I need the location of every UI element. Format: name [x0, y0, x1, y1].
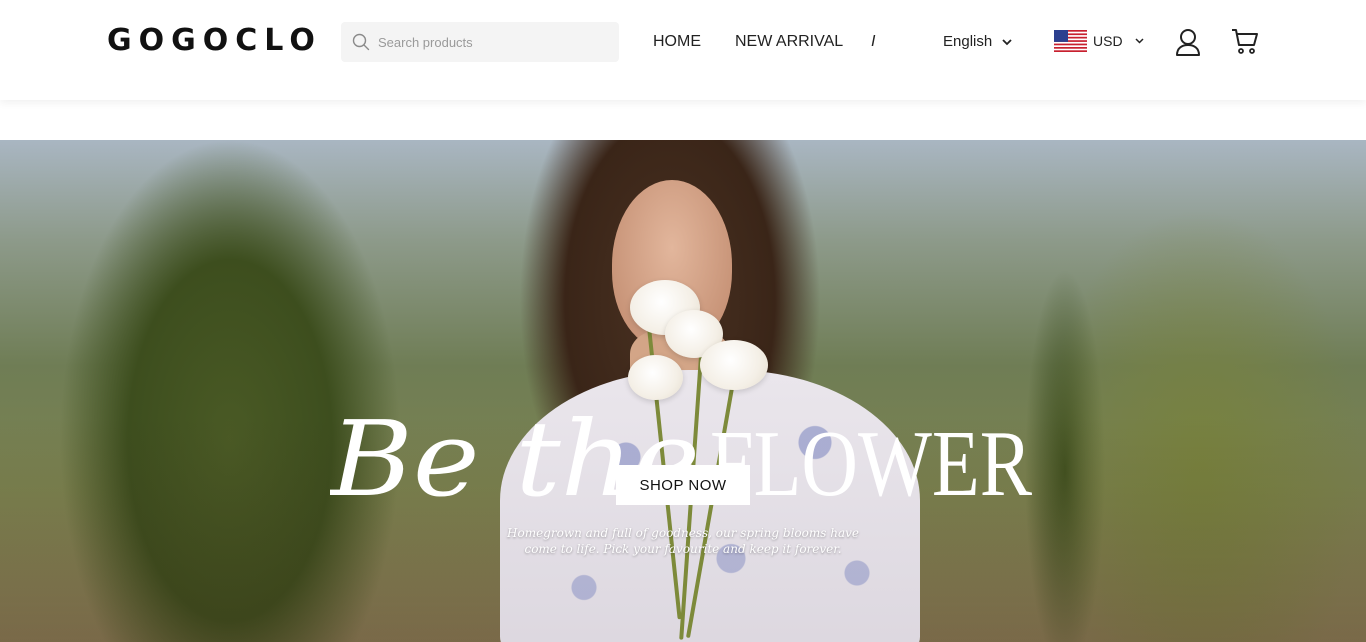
search-icon[interactable]: [352, 33, 370, 51]
hero-slogan-serif: FLOWER: [710, 412, 1032, 516]
currency-selector[interactable]: USD: [1054, 30, 1144, 52]
nav-new-arrival[interactable]: NEW ARRIVAL: [735, 31, 843, 53]
cart-icon[interactable]: [1231, 28, 1259, 55]
hero-subtitle-line: come to life. Pick your favourite and ke…: [524, 542, 842, 556]
account-icon[interactable]: [1175, 28, 1201, 56]
logo[interactable]: GOGOCLO: [107, 23, 322, 59]
language-label: English: [943, 33, 993, 50]
hero-subtitle-line: Homegrown and full of goodness, our spri…: [507, 526, 859, 540]
hero-slogan: Be the FLOWER: [330, 398, 1032, 520]
chevron-down-icon: [1002, 38, 1012, 45]
shop-now-button[interactable]: SHOP NOW: [616, 465, 750, 505]
hero-subtitle: Homegrown and full of goodness, our spri…: [500, 525, 866, 557]
chevron-down-icon: [1135, 38, 1144, 44]
nav-item-partial[interactable]: I: [871, 31, 875, 53]
language-selector[interactable]: English: [943, 31, 1012, 53]
us-flag-icon: [1054, 30, 1087, 52]
site-header: GOGOCLO HOME NEW ARRIVAL I English USD: [0, 0, 1366, 100]
search-bar[interactable]: [341, 22, 619, 62]
hero-banner[interactable]: Be the FLOWER SHOP NOW Homegrown and ful…: [0, 140, 1366, 642]
search-input[interactable]: [378, 27, 598, 57]
currency-label: USD: [1093, 33, 1123, 49]
nav-home[interactable]: HOME: [653, 31, 701, 53]
